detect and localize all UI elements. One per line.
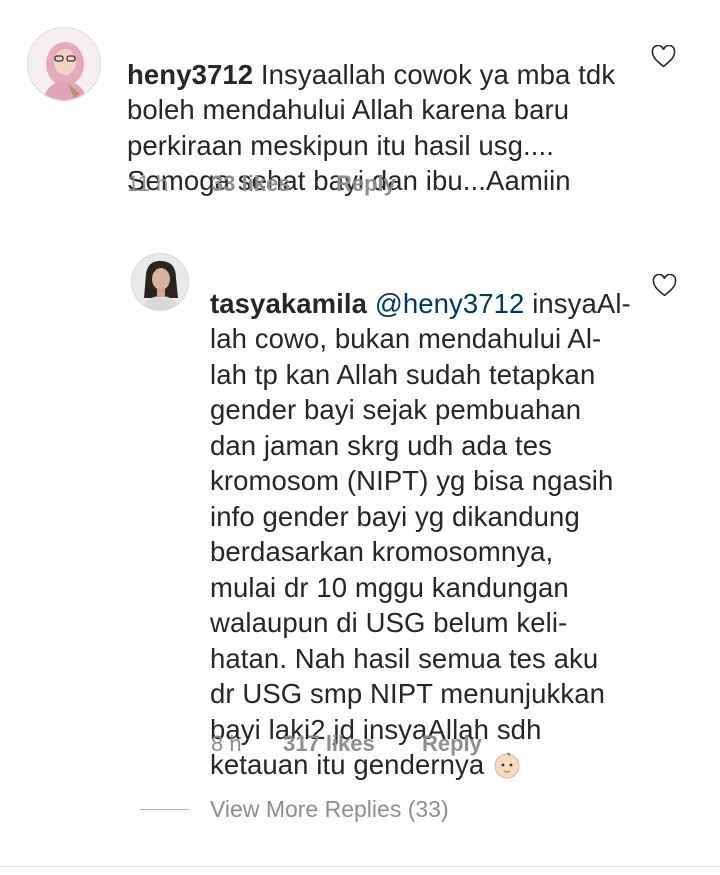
view-more-label[interactable]: View More Replies (33) — [210, 796, 449, 823]
view-more-replies[interactable]: View More Replies (33) — [140, 796, 449, 823]
timestamp: 8 h — [211, 731, 242, 756]
like-heart-icon[interactable] — [652, 273, 677, 302]
avatar-heny3712[interactable] — [27, 27, 101, 101]
avatar-image — [132, 254, 188, 310]
comment-body-2: insyaAl- lah cowo, bukan mendahului Al- … — [210, 287, 631, 781]
comment-meta-1: 11 h 33 likes Reply — [127, 171, 396, 197]
reply-button[interactable]: Reply — [336, 171, 396, 197]
username-tasyakamila[interactable]: tasyakamila — [210, 288, 367, 319]
comment-text-2: tasyakamila @heny3712 insyaAl- lah cowo,… — [210, 250, 650, 783]
username-heny3712[interactable]: heny3712 — [127, 59, 253, 90]
mention-link[interactable]: @heny3712 — [375, 288, 525, 319]
baby-emoji-icon — [494, 752, 520, 779]
likes-count[interactable]: 33 likes — [211, 171, 336, 197]
avatar-image — [28, 28, 100, 100]
like-heart-icon[interactable] — [651, 44, 676, 73]
avatar-tasyakamila[interactable] — [131, 253, 189, 311]
likes-count[interactable]: 317 likes — [283, 731, 422, 757]
reply-button[interactable]: Reply — [422, 731, 482, 757]
bottom-divider — [0, 866, 720, 867]
divider-line — [140, 808, 190, 811]
timestamp: 11 h — [127, 171, 169, 196]
comment-meta-2: 8 h 317 likes Reply — [211, 731, 482, 757]
